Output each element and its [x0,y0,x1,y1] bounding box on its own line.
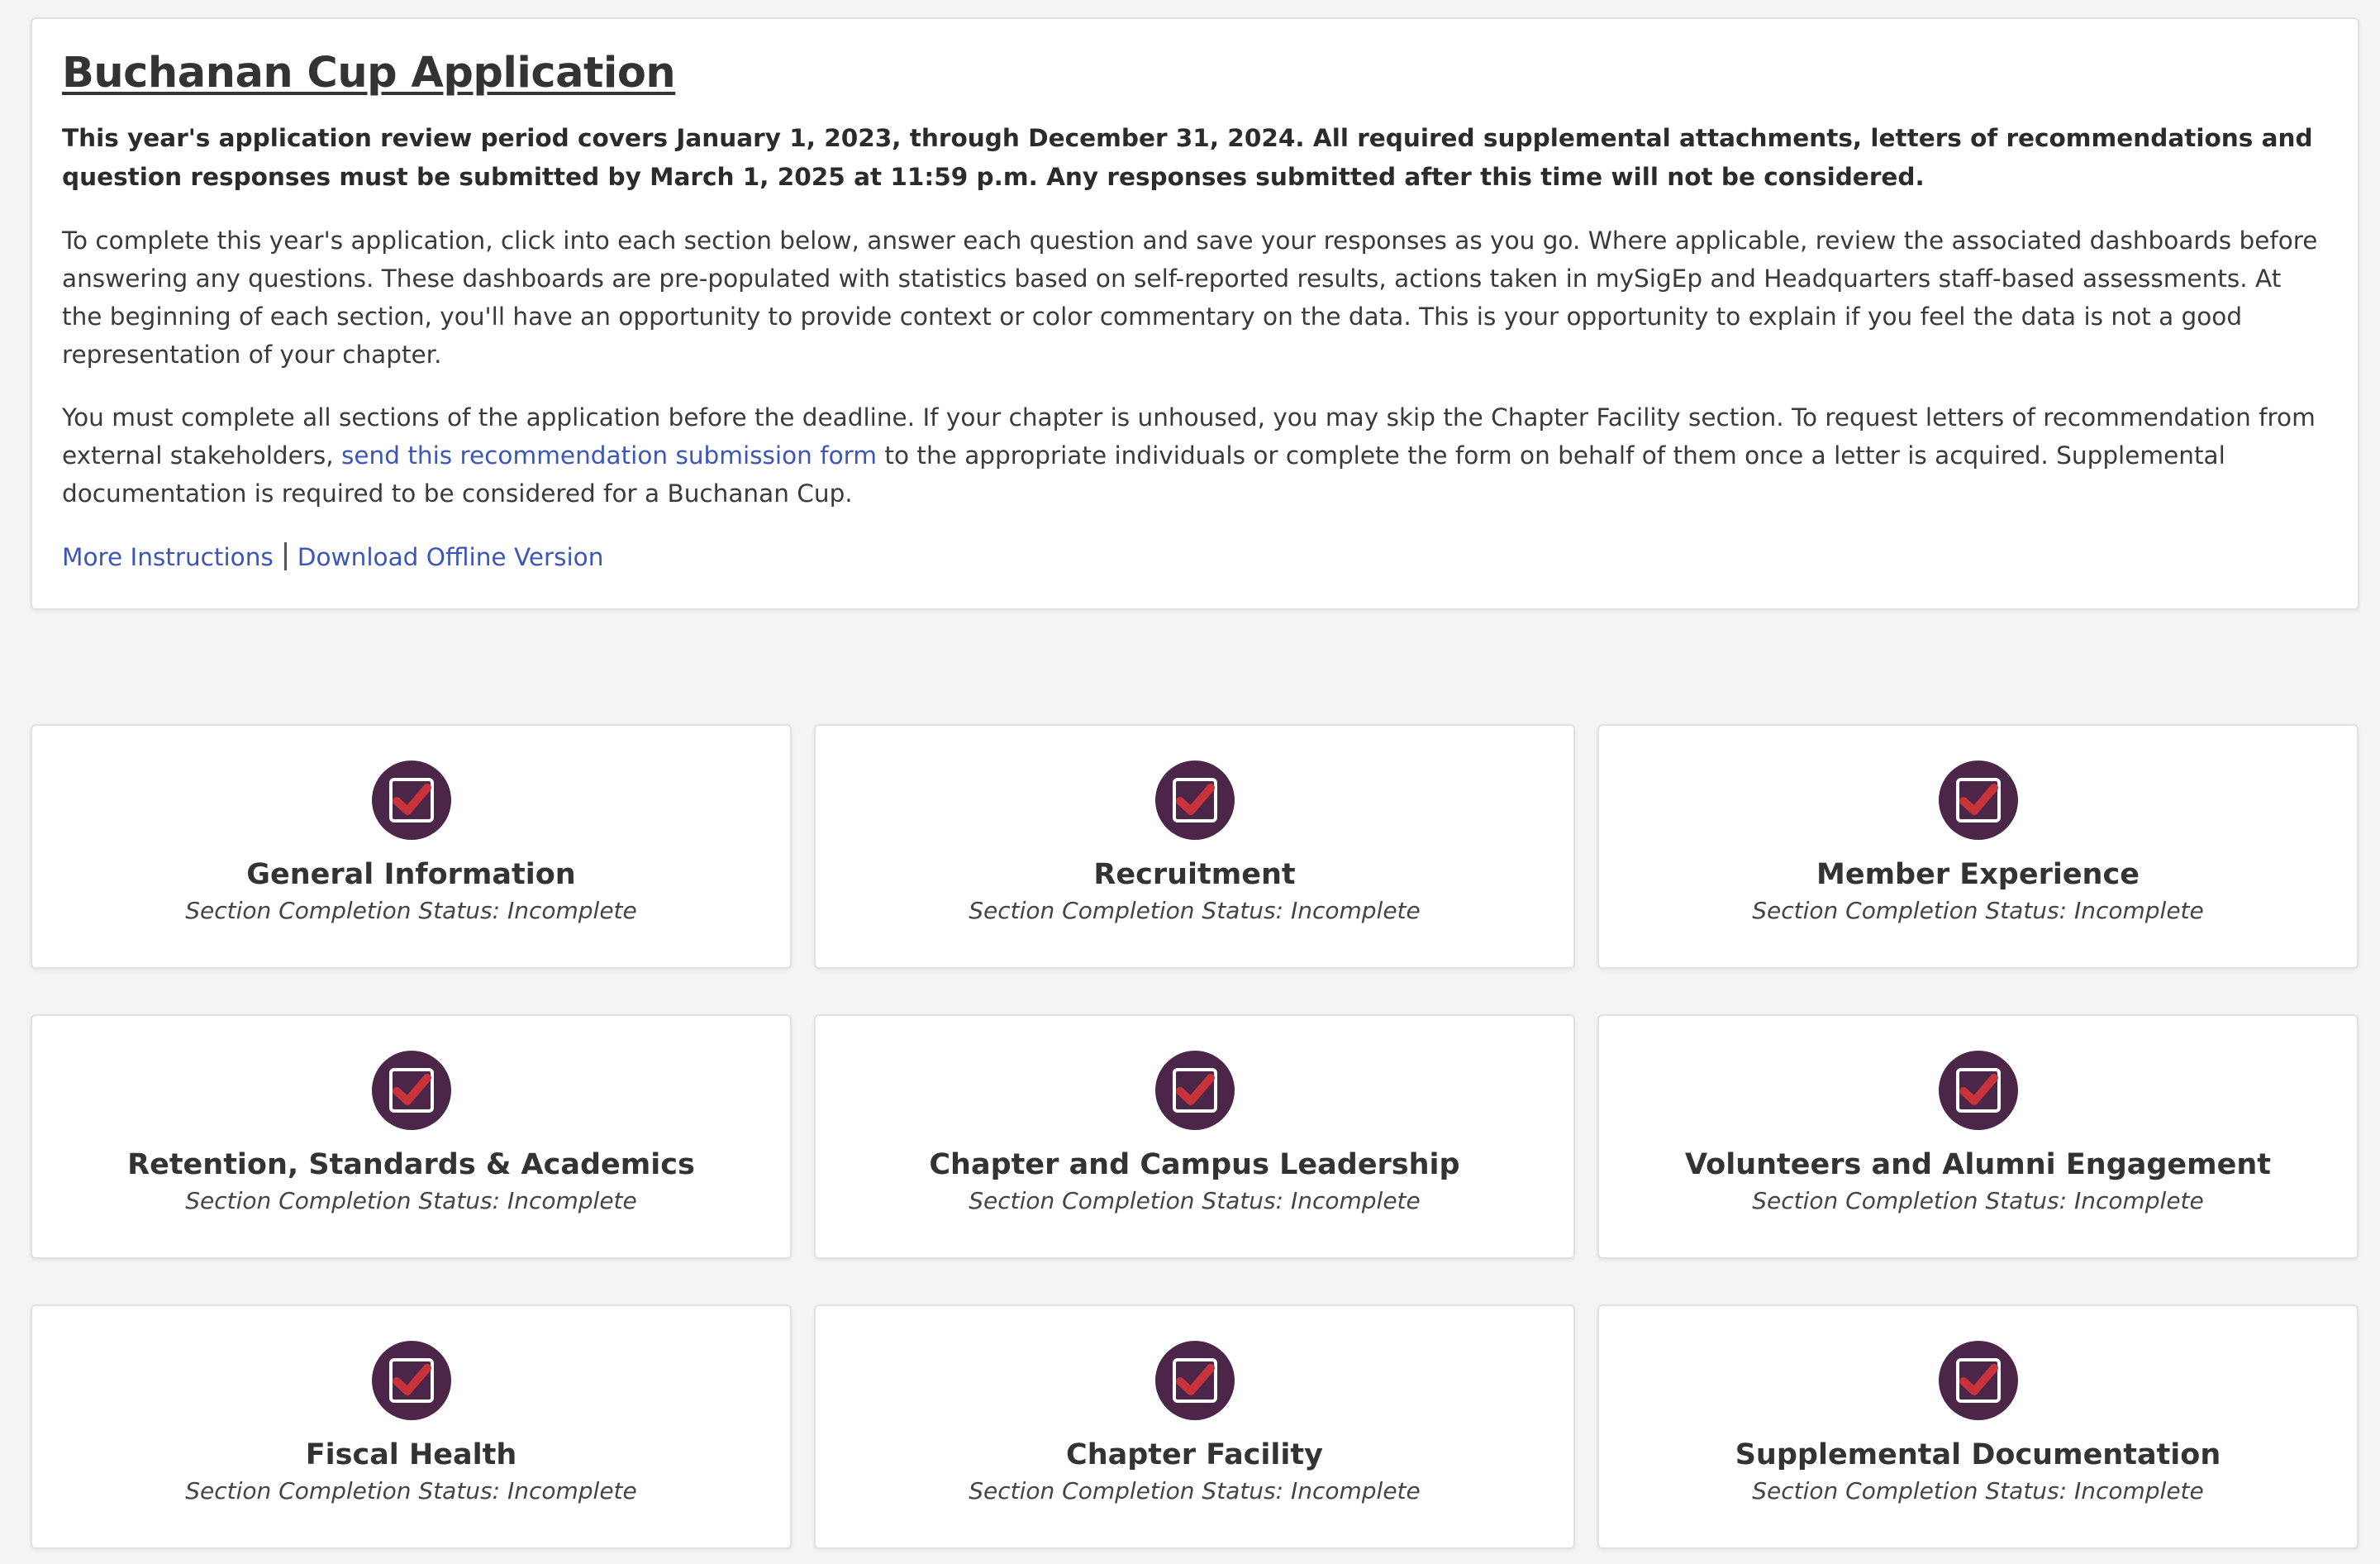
checkbox-checked-icon [371,1051,451,1130]
section-title: Chapter and Campus Leadership [929,1148,1460,1181]
download-offline-version-link[interactable]: Download Offline Version [298,543,604,571]
section-card-supplemental-documentation[interactable]: Supplemental Documentation Section Compl… [1597,1304,2359,1549]
more-instructions-link[interactable]: More Instructions [62,543,274,571]
section-card-volunteers-and-alumni-engagement[interactable]: Volunteers and Alumni Engagement Section… [1597,1014,2359,1259]
section-status: Section Completion Status: Incomplete [1752,1187,2204,1214]
section-card-retention-standards-academics[interactable]: Retention, Standards & Academics Section… [31,1014,792,1259]
page-title: Buchanan Cup Application [62,49,676,98]
section-card-chapter-and-campus-leadership[interactable]: Chapter and Campus Leadership Section Co… [814,1014,1575,1259]
section-card-general-information[interactable]: General Information Section Completion S… [31,724,792,969]
section-title: Chapter Facility [1066,1438,1323,1471]
section-title: Retention, Standards & Academics [127,1148,695,1181]
section-status: Section Completion Status: Incomplete [969,897,1421,924]
checkbox-checked-icon [1938,1341,2018,1420]
section-card-recruitment[interactable]: Recruitment Section Completion Status: I… [814,724,1575,969]
checkbox-checked-icon [1154,761,1235,840]
section-status: Section Completion Status: Incomplete [969,1187,1421,1214]
section-title: Recruitment [1093,858,1296,891]
instructions-panel: Buchanan Cup Application This year's app… [31,17,2359,610]
section-title: Supplemental Documentation [1735,1438,2221,1471]
section-title: Fiscal Health [305,1438,517,1471]
checkbox-checked-icon [1154,1051,1235,1130]
section-status: Section Completion Status: Incomplete [969,1477,1421,1504]
recommendation-form-link[interactable]: send this recommendation submission form [341,441,877,470]
section-title: General Information [246,858,576,891]
checkbox-checked-icon [1938,1051,2018,1130]
section-status: Section Completion Status: Incomplete [1752,897,2204,924]
checkbox-checked-icon [371,1341,451,1420]
section-card-fiscal-health[interactable]: Fiscal Health Section Completion Status:… [31,1304,792,1549]
section-card-member-experience[interactable]: Member Experience Section Completion Sta… [1597,724,2359,969]
section-status: Section Completion Status: Incomplete [1752,1477,2204,1504]
section-title: Member Experience [1816,858,2140,891]
checkbox-checked-icon [371,761,451,840]
instructions-paragraph: To complete this year's application, cli… [62,226,2318,369]
section-grid: General Information Section Completion S… [31,724,2359,1549]
section-card-chapter-facility[interactable]: Chapter Facility Section Completion Stat… [814,1304,1575,1549]
section-title: Volunteers and Alumni Engagement [1684,1148,2272,1181]
checkbox-checked-icon [1154,1341,1235,1420]
deadline-notice: This year's application review period co… [62,124,2313,191]
section-status: Section Completion Status: Incomplete [185,897,637,924]
requirements-paragraph: You must complete all sections of the ap… [62,398,2328,513]
section-status: Section Completion Status: Incomplete [185,1187,637,1214]
link-divider [283,542,287,570]
checkbox-checked-icon [1938,761,2018,840]
section-status: Section Completion Status: Incomplete [185,1477,637,1504]
instruction-links: More Instructions Download Offline Versio… [62,538,2328,576]
